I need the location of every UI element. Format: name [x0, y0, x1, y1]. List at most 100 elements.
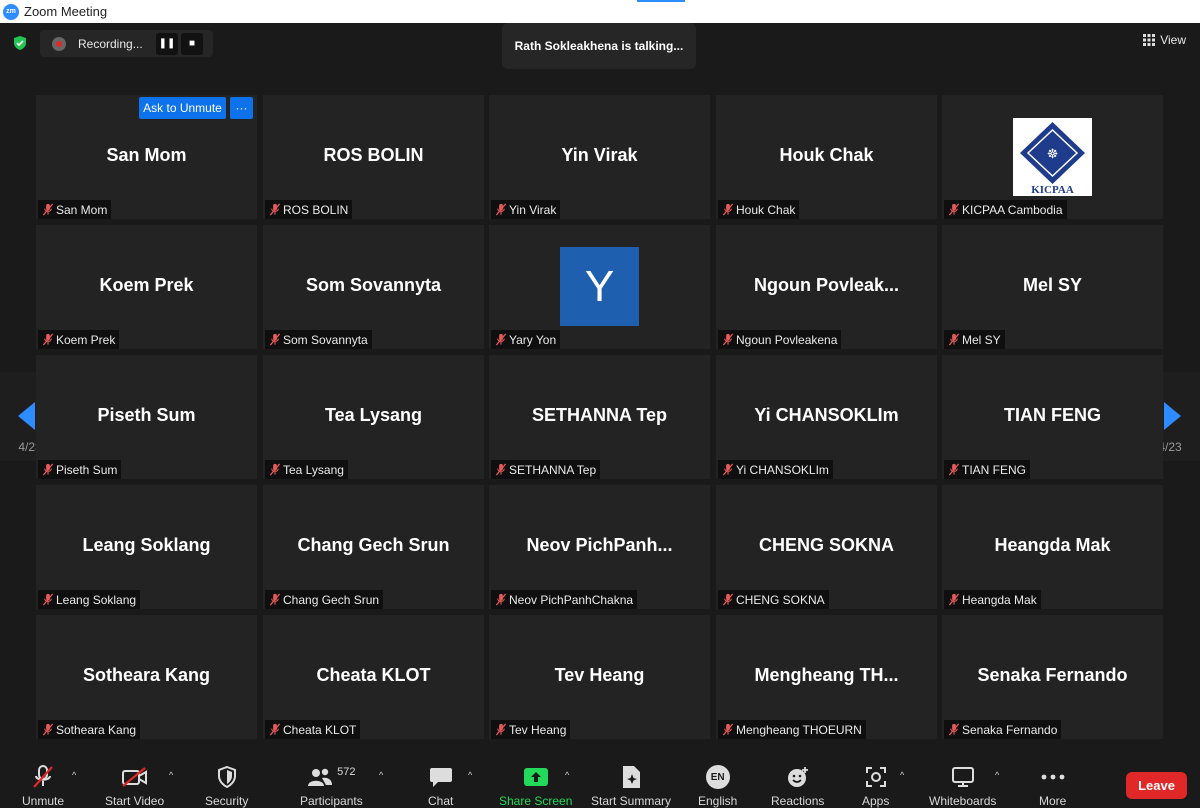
recording-indicator: Recording... ❚❚ ■ — [40, 30, 213, 57]
participant-name-text: Chang Gech Srun — [283, 592, 380, 607]
english-interpretation-button[interactable]: EN English — [698, 764, 737, 808]
participant-tile[interactable]: Houk Chak Houk Chak — [716, 95, 937, 219]
apps-options-caret[interactable]: ^ — [900, 770, 904, 780]
participant-tile[interactable]: Mel SY Mel SY — [942, 225, 1163, 349]
participant-name-label: Ngoun Povleakena — [718, 330, 842, 349]
muted-mic-icon — [42, 723, 54, 736]
participant-name-label: TIAN FENG — [944, 460, 1031, 479]
participant-tile[interactable]: Chang Gech Srun Chang Gech Srun — [263, 485, 484, 609]
security-button[interactable]: Security — [205, 764, 248, 808]
participant-name-label: ROS BOLIN — [265, 200, 353, 219]
tile-more-options-button[interactable]: ··· — [230, 97, 253, 119]
grid-view-icon — [1143, 34, 1156, 46]
participant-name-label: Leang Soklang — [38, 590, 141, 609]
muted-mic-icon — [42, 333, 54, 346]
participant-display-name: Leang Soklang — [82, 535, 211, 555]
video-options-caret[interactable]: ^ — [169, 770, 173, 780]
participant-tile[interactable]: Som Sovannyta Som Sovannyta — [263, 225, 484, 349]
participant-name-label: Tea Lysang — [265, 460, 348, 479]
shield-icon — [217, 766, 236, 788]
participant-tile[interactable]: Piseth Sum Piseth Sum — [36, 355, 257, 479]
participant-display-name: Mel SY — [1022, 275, 1083, 295]
participant-display-name: Ngoun Povleak... — [753, 275, 900, 295]
participant-display-name: Piseth Sum — [97, 405, 196, 425]
participant-tile[interactable]: Ngoun Povleak... Ngoun Povleakena — [716, 225, 937, 349]
muted-mic-icon — [948, 593, 960, 606]
participant-tile[interactable]: SETHANNA Tep SETHANNA Tep — [489, 355, 710, 479]
encryption-shield-icon[interactable] — [12, 35, 28, 51]
participant-tile[interactable]: TIAN FENG TIAN FENG — [942, 355, 1163, 479]
participant-tile[interactable]: Neov PichPanh... Neov PichPanhChakna — [489, 485, 710, 609]
window-title: Zoom Meeting — [24, 4, 108, 19]
title-accent-line — [637, 0, 685, 2]
chat-icon — [429, 768, 452, 787]
video-off-icon — [121, 767, 147, 787]
more-button[interactable]: More — [1039, 764, 1066, 808]
participant-name-text: Cheata KLOT — [283, 722, 357, 737]
share-screen-button[interactable]: Share Screen — [499, 764, 572, 808]
pause-recording-button[interactable]: ❚❚ — [156, 32, 178, 55]
stop-recording-button[interactable]: ■ — [181, 32, 203, 55]
participant-name-text: Houk Chak — [736, 202, 796, 217]
participant-tile[interactable]: Tev Heang Tev Heang — [489, 615, 710, 739]
participant-tile[interactable]: Leang Soklang Leang Soklang — [36, 485, 257, 609]
audio-options-caret[interactable]: ^ — [72, 770, 76, 780]
participant-tile[interactable]: Heangda Mak Heangda Mak — [942, 485, 1163, 609]
participant-tile[interactable]: San Mom San Mom Ask to Unmute ··· — [36, 95, 257, 219]
apps-icon — [865, 767, 886, 787]
whiteboard-icon — [951, 767, 974, 787]
unmute-button[interactable]: Unmute — [22, 764, 64, 808]
participant-display-name: CHENG SOKNA — [758, 535, 894, 555]
chat-options-caret[interactable]: ^ — [468, 770, 472, 780]
view-button[interactable]: View — [1143, 33, 1186, 47]
participant-display-name: Chang Gech Srun — [297, 535, 450, 555]
participant-tile[interactable]: Mengheang TH... Mengheang THOEURN — [716, 615, 937, 739]
participant-name-label: Yin Virak — [491, 200, 561, 219]
participants-button[interactable]: 572 Participants — [300, 764, 363, 808]
participant-name-label: Chang Gech Srun — [265, 590, 384, 609]
participant-tile[interactable]: CHENG SOKNA CHENG SOKNA — [716, 485, 937, 609]
start-summary-button[interactable]: Start Summary — [591, 764, 671, 808]
start-video-button[interactable]: Start Video — [105, 764, 164, 808]
participant-name-label: Yi CHANSOKLIm — [718, 460, 833, 479]
participant-display-name: ROS BOLIN — [323, 145, 424, 165]
participant-display-name: Senaka Fernando — [977, 665, 1128, 685]
participant-tile[interactable]: Y Yary Yon — [489, 225, 710, 349]
kicpaa-logo-icon: ☸ KICPAA — [1013, 118, 1092, 196]
muted-mic-icon — [495, 593, 507, 606]
muted-mic-icon — [948, 203, 960, 216]
whiteboards-options-caret[interactable]: ^ — [995, 770, 999, 780]
participant-tile[interactable]: Yin Virak Yin Virak — [489, 95, 710, 219]
participant-name-text: Koem Prek — [56, 332, 116, 347]
participant-name-label: Piseth Sum — [38, 460, 122, 479]
participant-name-label: SETHANNA Tep — [491, 460, 601, 479]
participant-tile[interactable]: Senaka Fernando Senaka Fernando — [942, 615, 1163, 739]
participant-tile[interactable]: Yi CHANSOKLIm Yi CHANSOKLIm — [716, 355, 937, 479]
muted-mic-icon — [42, 463, 54, 476]
participant-display-name: Yi CHANSOKLIm — [754, 405, 899, 425]
whiteboards-button[interactable]: Whiteboards — [929, 764, 996, 808]
chat-button[interactable]: Chat — [428, 764, 453, 808]
participant-tile[interactable]: Koem Prek Koem Prek — [36, 225, 257, 349]
share-screen-icon — [523, 768, 548, 786]
reactions-button[interactable]: Reactions — [771, 764, 824, 808]
participant-tile[interactable]: ☸ KICPAA KICPAA Cambodia — [942, 95, 1163, 219]
participant-display-name: Yin Virak — [561, 145, 638, 165]
participant-tile[interactable]: Sotheara Kang Sotheara Kang — [36, 615, 257, 739]
participant-name-text: KICPAA Cambodia — [962, 202, 1063, 217]
participant-tile[interactable]: ROS BOLIN ROS BOLIN — [263, 95, 484, 219]
participant-display-name: Som Sovannyta — [305, 275, 442, 295]
participant-name-label: Cheata KLOT — [265, 720, 361, 739]
ask-to-unmute-button[interactable]: Ask to Unmute — [139, 97, 226, 119]
muted-mic-icon — [495, 333, 507, 346]
muted-mic-icon — [495, 463, 507, 476]
participant-tile[interactable]: Tea Lysang Tea Lysang — [263, 355, 484, 479]
participant-name-label: CHENG SOKNA — [718, 590, 829, 609]
participant-tile[interactable]: Cheata KLOT Cheata KLOT — [263, 615, 484, 739]
participant-name-text: SETHANNA Tep — [509, 462, 597, 477]
participants-options-caret[interactable]: ^ — [379, 770, 383, 780]
apps-button[interactable]: Apps — [862, 764, 889, 808]
leave-button[interactable]: Leave — [1126, 772, 1187, 799]
share-options-caret[interactable]: ^ — [565, 770, 569, 780]
participant-display-name: SETHANNA Tep — [532, 405, 667, 425]
